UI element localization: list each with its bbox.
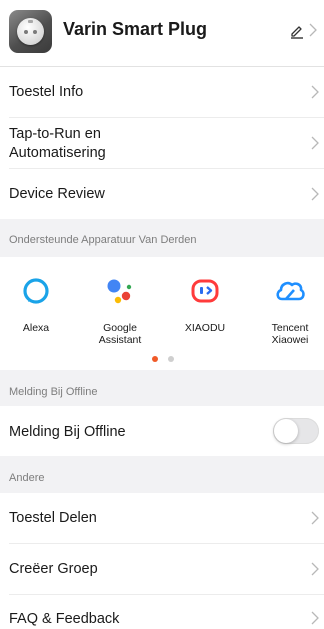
toggle-knob	[274, 419, 298, 443]
menu-item-label: Device Review	[9, 186, 105, 202]
xiaodu-icon	[191, 279, 219, 303]
google-assistant-icon	[107, 279, 132, 304]
third-party-label: Google Assistant	[98, 322, 142, 346]
menu-item-faq-feedback[interactable]: FAQ & Feedback	[0, 595, 324, 627]
device-header: Varin Smart Plug	[0, 0, 324, 67]
chevron-right-icon	[311, 511, 319, 525]
section-title: Melding Bij Offline	[9, 386, 98, 398]
menu-item-label: Creëer Groep	[9, 561, 98, 577]
menu-item-label: FAQ & Feedback	[9, 611, 120, 627]
section-title: Ondersteunde Apparatuur Van Derden	[9, 234, 197, 246]
chevron-right-icon	[311, 611, 319, 625]
device-name: Varin Smart Plug	[63, 19, 208, 39]
section-header-offline: Melding Bij Offline	[0, 370, 324, 406]
chevron-right-icon	[311, 562, 319, 576]
third-party-label: Alexa	[22, 322, 50, 334]
menu-item-label: Tap-to-Run en Automatisering	[9, 126, 106, 161]
third-party-carousel[interactable]	[0, 257, 324, 370]
chevron-right-icon[interactable]	[309, 23, 317, 37]
chevron-right-icon	[311, 136, 319, 150]
chevron-right-icon	[311, 187, 319, 201]
tencent-xiaowei-icon	[276, 281, 305, 301]
menu-item-device-review[interactable]: Device Review	[0, 169, 324, 219]
section-header-third-party: Ondersteunde Apparatuur Van Derden	[0, 219, 324, 257]
menu-item-toestel-delen[interactable]: Toestel Delen	[0, 493, 324, 543]
page-dot-active	[152, 356, 158, 362]
offline-notification-toggle[interactable]	[273, 418, 319, 444]
section-header-other: Andere	[0, 456, 324, 493]
menu-item-toestel-info[interactable]: Toestel Info	[0, 67, 324, 117]
menu-item-tap-to-run[interactable]: Tap-to-Run en Automatisering	[0, 118, 324, 168]
page-dot	[168, 356, 174, 362]
third-party-label: Tencent Xiaowei	[271, 322, 309, 346]
section-title: Andere	[9, 472, 45, 484]
chevron-right-icon	[311, 85, 319, 99]
smart-plug-icon	[9, 10, 52, 53]
menu-item-creeer-groep[interactable]: Creëer Groep	[0, 544, 324, 594]
alexa-icon	[23, 278, 49, 304]
menu-item-label: Toestel Info	[9, 84, 84, 100]
menu-item-label: Toestel Delen	[9, 510, 97, 526]
offline-notification-label: Melding Bij Offline	[9, 424, 126, 440]
edit-icon[interactable]	[289, 23, 305, 39]
third-party-label: XIAODU	[184, 322, 226, 334]
